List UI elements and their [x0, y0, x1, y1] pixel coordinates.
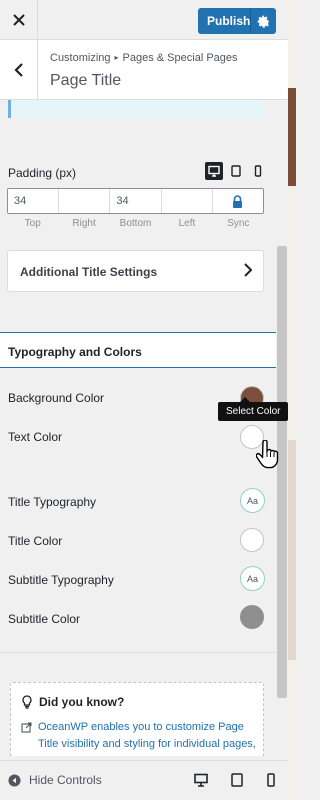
preview-brown-block: [288, 88, 296, 186]
hide-controls-label: Hide Controls: [29, 773, 102, 787]
additional-title-settings-button[interactable]: Additional Title Settings: [7, 250, 264, 292]
controls-scroll-area[interactable]: Padding (px) 34 34 Top Right Bottom Left…: [0, 100, 288, 756]
padding-sync-label: Sync: [227, 218, 250, 229]
padding-label: Padding (px): [8, 166, 77, 180]
back-button[interactable]: [0, 40, 38, 100]
title-typography-glyph: Aa: [246, 495, 258, 506]
title-color-label: Title Color: [8, 534, 63, 548]
padding-top-input[interactable]: 34: [8, 189, 60, 213]
breadcrumb-root: Customizing: [50, 52, 111, 64]
padding-inputs: 34 34: [7, 188, 264, 214]
did-you-know-title: Did you know?: [39, 695, 125, 709]
tablet-icon: [231, 773, 243, 787]
gear-icon: [257, 15, 269, 28]
close-customizer-button[interactable]: [0, 0, 38, 40]
padding-device-switcher: [205, 162, 267, 180]
chevron-left-icon: [13, 63, 23, 77]
preview-tablet-button[interactable]: [228, 771, 246, 789]
customizer-footer: Hide Controls: [0, 760, 288, 800]
select-color-tooltip: Select Color: [218, 397, 289, 421]
customizer-panel: Publish Customizing ▸ Pages & Special Page…: [0, 0, 289, 800]
site-preview-edge: [288, 0, 296, 800]
desktop-device-button[interactable]: [205, 162, 223, 180]
subtitle-typography-glyph: Aa: [246, 573, 258, 584]
breadcrumb: Customizing ▸ Pages & Special Pages: [50, 52, 238, 64]
text-color-label: Text Color: [8, 430, 63, 444]
did-you-know-body: OceanWP enables you to customize Page Ti…: [21, 719, 257, 756]
mobile-icon: [254, 165, 262, 177]
desktop-icon: [208, 165, 220, 177]
additional-title-settings-label: Additional Title Settings: [20, 265, 158, 279]
subtitle-typography-label: Subtitle Typography: [8, 573, 114, 587]
publish-settings-button[interactable]: [250, 8, 276, 34]
typography-colors-title: Typography and Colors: [8, 345, 142, 359]
section-divider: [0, 652, 276, 653]
subtitle-typography-button[interactable]: Aa: [240, 566, 265, 591]
customizer-window: Publish Customizing ▸ Pages & Special Page…: [0, 0, 296, 800]
info-notice-partial: [8, 100, 264, 118]
customizer-topbar: Publish: [0, 0, 288, 40]
close-icon: [12, 14, 25, 26]
preview-tan-block: [288, 440, 296, 660]
scrollbar-thumb[interactable]: [277, 246, 287, 698]
padding-right-label: Right: [72, 218, 96, 229]
section-header: Customizing ▸ Pages & Special Pages Page T…: [0, 40, 288, 100]
breadcrumb-arrow-icon: ▸: [114, 53, 119, 62]
did-you-know-box: Did you know? OceanWP enables you to cus…: [10, 682, 264, 756]
preview-desktop-button[interactable]: [192, 771, 210, 789]
lightbulb-icon: [22, 695, 32, 709]
scrollbar[interactable]: [276, 120, 288, 756]
desktop-icon: [194, 773, 208, 787]
external-link-icon: [21, 722, 32, 733]
title-typography-button[interactable]: Aa: [240, 488, 265, 513]
padding-right-input[interactable]: [59, 189, 111, 213]
lock-icon: [233, 194, 243, 208]
preview-mobile-button[interactable]: [262, 771, 280, 789]
section-title: Page Title: [50, 72, 122, 89]
padding-sync-button[interactable]: [213, 189, 263, 213]
mobile-icon: [267, 773, 275, 787]
did-you-know-link[interactable]: OceanWP enables you to customize Page Ti…: [38, 719, 257, 756]
typography-colors-heading: Typography and Colors: [0, 332, 276, 368]
padding-bottom-input[interactable]: 34: [110, 189, 162, 213]
subtitle-color-swatch[interactable]: [240, 605, 264, 629]
breadcrumb-section: Pages & Special Pages: [122, 52, 238, 64]
chevron-right-icon: [244, 263, 253, 277]
padding-bottom-label: Bottom: [119, 218, 152, 229]
background-color-label: Background Color: [8, 391, 105, 405]
tablet-icon: [231, 165, 241, 177]
hide-controls-button[interactable]: Hide Controls: [8, 773, 102, 787]
did-you-know-header: Did you know?: [21, 695, 124, 709]
publish-button[interactable]: Publish: [198, 8, 276, 34]
padding-left-input[interactable]: [162, 189, 213, 213]
title-color-swatch[interactable]: [240, 528, 264, 552]
mobile-device-button[interactable]: [249, 162, 267, 180]
collapse-icon: [8, 773, 21, 787]
publish-label: Publish: [207, 14, 251, 28]
padding-left-label: Left: [178, 218, 196, 229]
tablet-device-button[interactable]: [227, 162, 245, 180]
title-typography-label: Title Typography: [8, 495, 97, 509]
subtitle-color-label: Subtitle Color: [8, 612, 81, 626]
padding-side-labels: Top Right Bottom Left Sync: [7, 218, 264, 229]
padding-top-label: Top: [24, 218, 41, 229]
hand-cursor-icon: [256, 440, 279, 469]
